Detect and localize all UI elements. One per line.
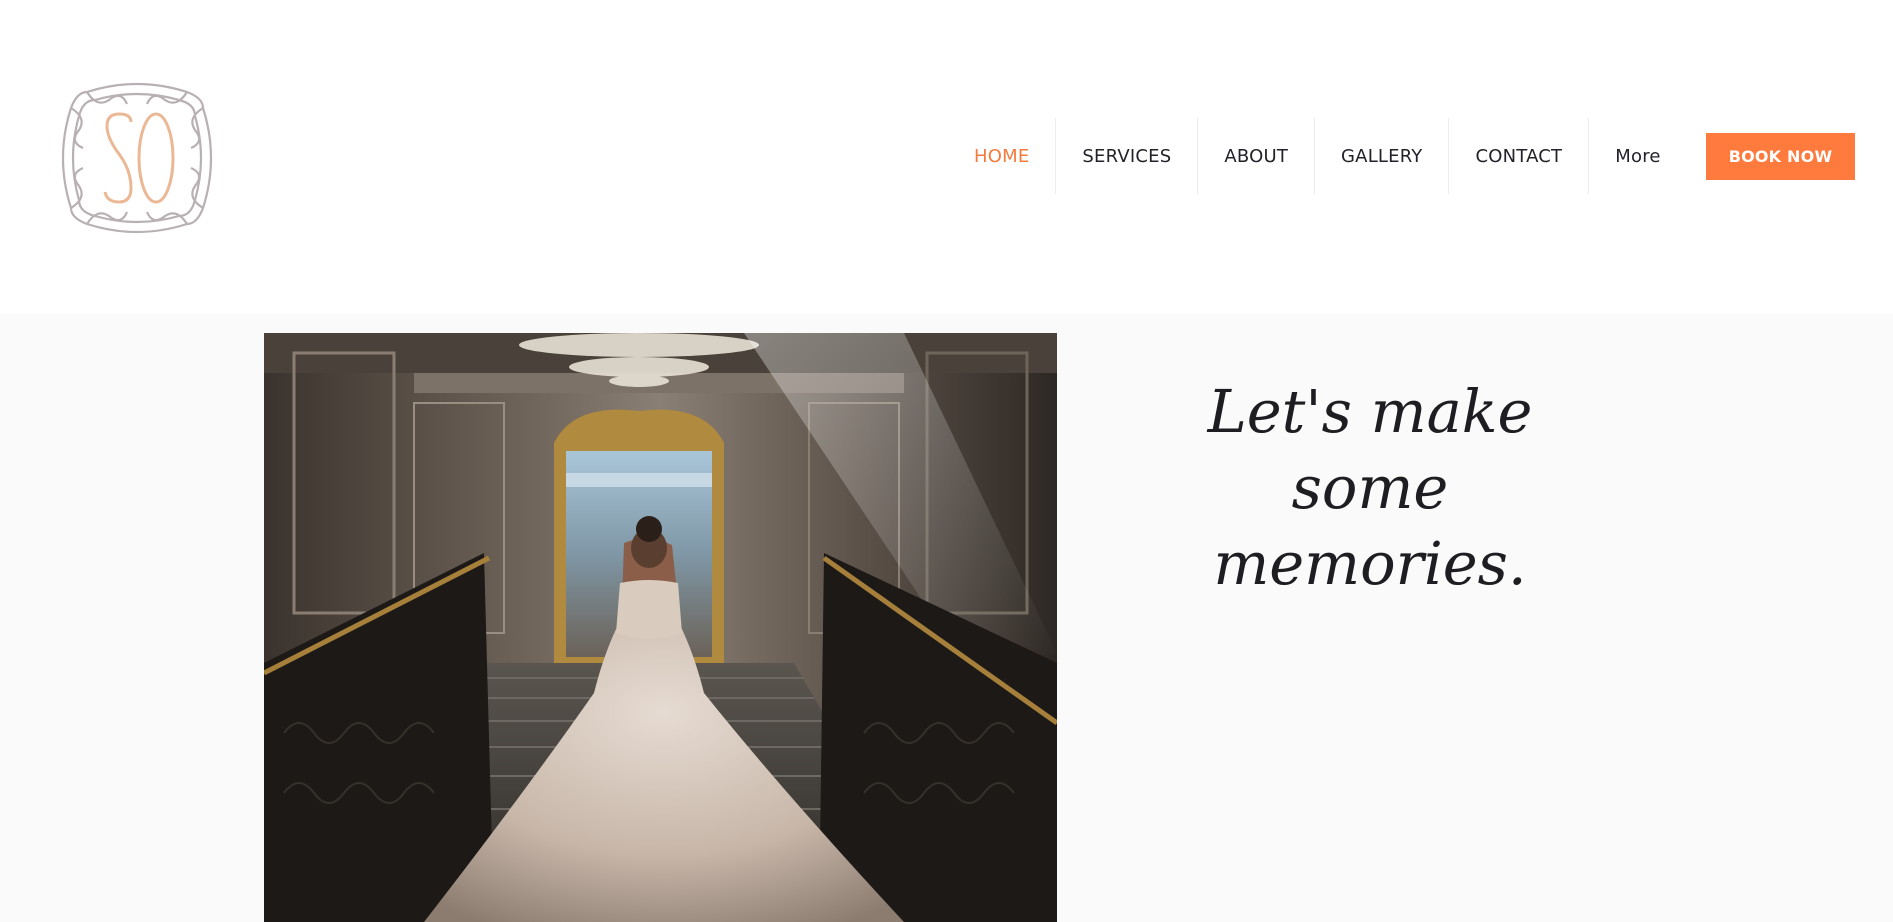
- nav-item-about[interactable]: ABOUT: [1197, 118, 1314, 194]
- main-navigation: HOME SERVICES ABOUT GALLERY CONTACT More: [948, 118, 1687, 194]
- hero-section: Let's make some memories.: [0, 314, 1893, 922]
- tagline-line-2: some: [1291, 453, 1449, 522]
- nav-item-more[interactable]: More: [1588, 118, 1686, 194]
- nav-item-home[interactable]: HOME: [948, 118, 1055, 194]
- hero-tagline: Let's make some memories.: [1170, 374, 1570, 602]
- bride-on-staircase-photo: [264, 333, 1057, 922]
- tagline-line-1: Let's make: [1207, 377, 1533, 446]
- nav-item-contact[interactable]: CONTACT: [1448, 118, 1588, 194]
- nav-item-gallery[interactable]: GALLERY: [1314, 118, 1448, 194]
- nav-item-services[interactable]: SERVICES: [1055, 118, 1197, 194]
- tagline-line-3: memories.: [1213, 529, 1527, 598]
- so-monogram-logo[interactable]: [57, 78, 217, 238]
- site-header: HOME SERVICES ABOUT GALLERY CONTACT More…: [0, 0, 1893, 314]
- book-now-button[interactable]: BOOK NOW: [1706, 133, 1855, 180]
